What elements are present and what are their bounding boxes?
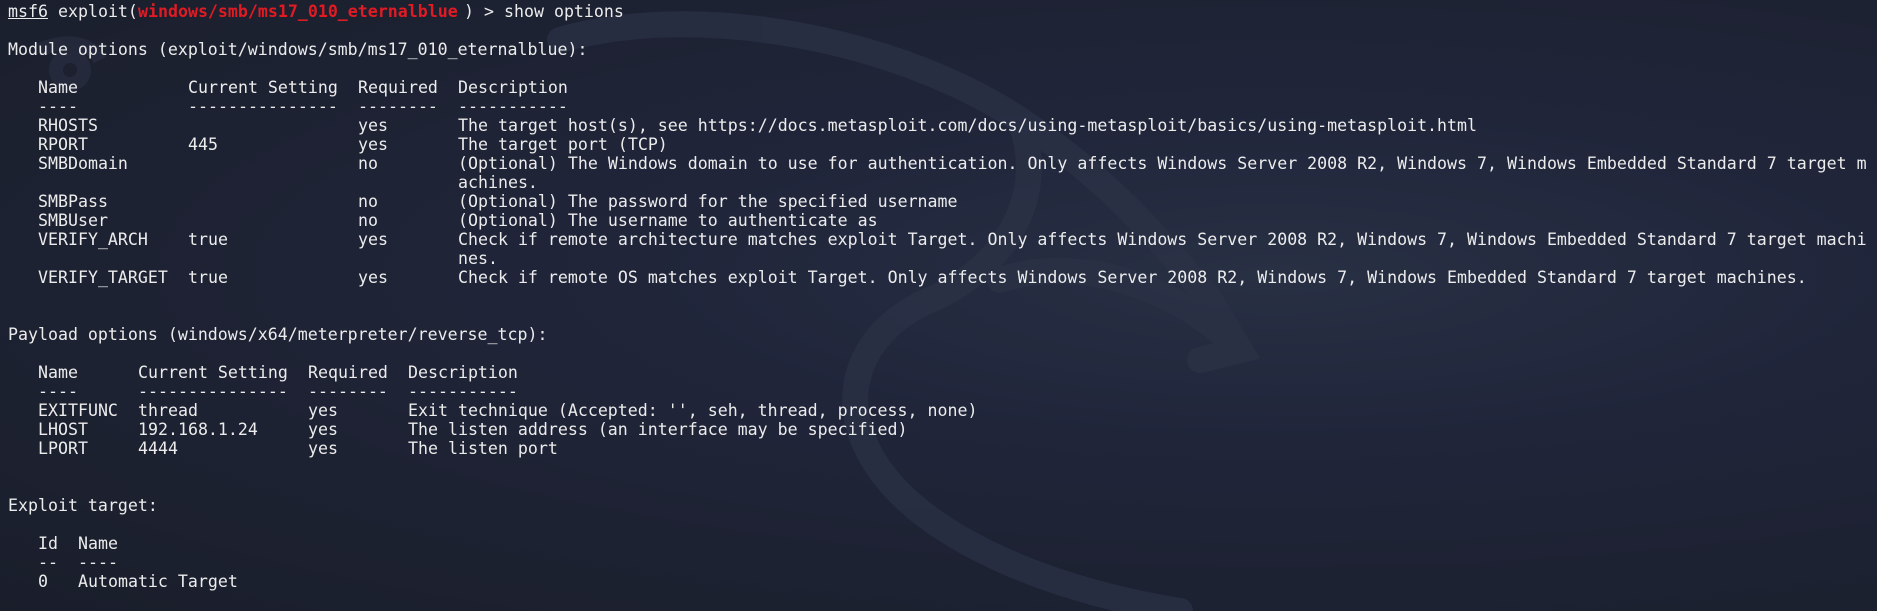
table-row: RPORT 445 yes The target port (TCP) xyxy=(8,135,668,154)
command-text: show options xyxy=(504,2,624,21)
option-name: RHOSTS xyxy=(38,116,98,135)
col-name: Name xyxy=(38,78,78,97)
exploit-target-title: Exploit target: xyxy=(8,496,158,515)
option-description: (Optional) The password for the specifie… xyxy=(458,192,958,211)
option-name: LHOST xyxy=(38,420,88,439)
module-path: windows/smb/ms17_010_eternalblue xyxy=(138,2,458,21)
separator: ----------- xyxy=(408,382,518,401)
msf-prompt: msf6 xyxy=(8,2,48,21)
option-required: yes xyxy=(358,135,388,154)
table-row: LPORT 4444 yes The listen port xyxy=(8,439,558,458)
table-row: 0 Automatic Target xyxy=(8,572,238,591)
table-row-wrap: nes. xyxy=(8,249,498,268)
payload-options-separator: ---- --------------- -------- ----------… xyxy=(8,382,518,401)
table-row: SMBUser no (Optional) The username to au… xyxy=(8,211,878,230)
col-required: Required xyxy=(308,363,388,382)
option-name: SMBDomain xyxy=(38,154,128,173)
option-required: no xyxy=(358,211,378,230)
col-current-setting: Current Setting xyxy=(188,78,338,97)
option-description: The target host(s), see https://docs.met… xyxy=(458,116,1478,135)
exploit-target-header: Id Name xyxy=(8,534,118,553)
option-description: Check if remote OS matches exploit Targe… xyxy=(458,268,1807,287)
option-name: LPORT xyxy=(38,439,88,458)
table-row: VERIFY_TARGET true yes Check if remote O… xyxy=(8,268,1807,287)
separator: ---- xyxy=(38,382,78,401)
col-name: Name xyxy=(78,534,118,553)
table-row: RHOSTS yes The target host(s), see https… xyxy=(8,116,1477,135)
table-row-wrap: achines. xyxy=(8,173,538,192)
option-description: The listen address (an interface may be … xyxy=(408,420,908,439)
payload-options-title: Payload options (windows/x64/meterpreter… xyxy=(8,325,548,344)
option-description: Check if remote architecture matches exp… xyxy=(458,230,1867,249)
option-setting: 192.168.1.24 xyxy=(138,420,258,439)
option-name: VERIFY_TARGET xyxy=(38,268,168,287)
separator: ---- xyxy=(38,97,78,116)
option-setting: thread xyxy=(138,401,198,420)
module-options-header: Name Current Setting Required Descriptio… xyxy=(8,78,568,97)
option-required: no xyxy=(358,192,378,211)
payload-options-header: Name Current Setting Required Descriptio… xyxy=(8,363,518,382)
col-name: Name xyxy=(38,363,78,382)
separator: -------- xyxy=(358,97,438,116)
option-setting: true xyxy=(188,230,228,249)
option-name: SMBPass xyxy=(38,192,108,211)
separator: --------------- xyxy=(138,382,288,401)
table-row: SMBPass no (Optional) The password for t… xyxy=(8,192,958,211)
col-description: Description xyxy=(408,363,518,382)
option-description-wrap: achines. xyxy=(458,173,538,192)
option-setting: 445 xyxy=(188,135,218,154)
option-required: yes xyxy=(358,116,388,135)
table-row: SMBDomain no (Optional) The Windows doma… xyxy=(8,154,1867,173)
option-description: The listen port xyxy=(408,439,558,458)
option-required: yes xyxy=(358,268,388,287)
option-required: yes xyxy=(308,401,338,420)
separator: -------- xyxy=(308,382,388,401)
option-description: (Optional) The Windows domain to use for… xyxy=(458,154,1867,173)
option-setting: 4444 xyxy=(138,439,178,458)
separator: -- xyxy=(38,553,58,572)
separator: ----------- xyxy=(458,97,568,116)
option-name: SMBUser xyxy=(38,211,108,230)
table-row: EXITFUNC thread yes Exit technique (Acce… xyxy=(8,401,977,420)
prompt-line: msf6 exploit( windows/smb/ms17_010_etern… xyxy=(8,2,624,21)
option-required: yes xyxy=(308,439,338,458)
table-row: LHOST 192.168.1.24 yes The listen addres… xyxy=(8,420,908,439)
option-name: EXITFUNC xyxy=(38,401,118,420)
option-description-wrap: nes. xyxy=(458,249,498,268)
option-required: yes xyxy=(308,420,338,439)
terminal[interactable]: msf6 exploit( windows/smb/ms17_010_etern… xyxy=(8,0,1874,611)
exploit-target-separator: -- ---- xyxy=(8,553,118,572)
col-current-setting: Current Setting xyxy=(138,363,288,382)
module-options-title: Module options (exploit/windows/smb/ms17… xyxy=(8,40,588,59)
option-required: yes xyxy=(358,230,388,249)
separator: ---- xyxy=(78,553,118,572)
separator: --------------- xyxy=(188,97,338,116)
module-options-separator: ---- --------------- -------- ----------… xyxy=(8,97,568,116)
col-description: Description xyxy=(458,78,568,97)
target-id: 0 xyxy=(38,572,48,591)
option-setting: true xyxy=(188,268,228,287)
option-description: (Optional) The username to authenticate … xyxy=(458,211,878,230)
option-name: VERIFY_ARCH xyxy=(38,230,148,249)
option-description: Exit technique (Accepted: '', seh, threa… xyxy=(408,401,978,420)
option-name: RPORT xyxy=(38,135,88,154)
option-description: The target port (TCP) xyxy=(458,135,668,154)
target-name: Automatic Target xyxy=(78,572,238,591)
exploit-label: exploit( xyxy=(48,2,138,21)
col-id: Id xyxy=(38,534,58,553)
prompt-suffix: ) > xyxy=(464,2,504,21)
option-required: no xyxy=(358,154,378,173)
table-row: VERIFY_ARCH true yes Check if remote arc… xyxy=(8,230,1867,249)
col-required: Required xyxy=(358,78,438,97)
